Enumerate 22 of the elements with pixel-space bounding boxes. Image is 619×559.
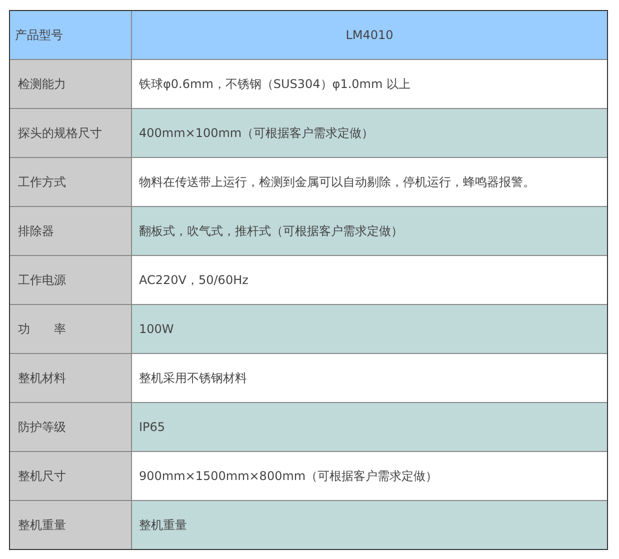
row-value: 物料在传送带上运行，检测到金属可以自动剔除，停机运行，蜂鸣器报警。 [132, 158, 607, 206]
row-label: 功 率 [10, 305, 131, 353]
row-value: 900mm×1500mm×800mm（可根据客户需求定做） [132, 452, 607, 500]
header-label: 产品型号 [10, 11, 131, 59]
row-label: 整机材料 [10, 354, 131, 402]
row-label: 检测能力 [10, 60, 131, 108]
row-value: 100W [132, 305, 607, 353]
row-label: 工作方式 [10, 158, 131, 206]
row-value: 铁球φ0.6mm，不锈钢（SUS304）φ1.0mm 以上 [132, 60, 607, 108]
row-label: 排除器 [10, 207, 131, 255]
row-value: 翻板式，吹气式，推杆式（可根据客户需求定做） [132, 207, 607, 255]
row-label: 整机尺寸 [10, 452, 131, 500]
row-value: 整机采用不锈钢材料 [132, 354, 607, 402]
row-value: IP65 [132, 403, 607, 451]
row-value: AC220V，50/60Hz [132, 256, 607, 304]
header-value: LM4010 [132, 11, 607, 59]
row-label: 工作电源 [10, 256, 131, 304]
row-label: 防护等级 [10, 403, 131, 451]
row-label: 整机重量 [10, 501, 131, 549]
row-value: 400mm×100mm（可根据客户需求定做） [132, 109, 607, 157]
row-label: 探头的规格尺寸 [10, 109, 131, 157]
row-value: 整机重量 [132, 501, 607, 549]
